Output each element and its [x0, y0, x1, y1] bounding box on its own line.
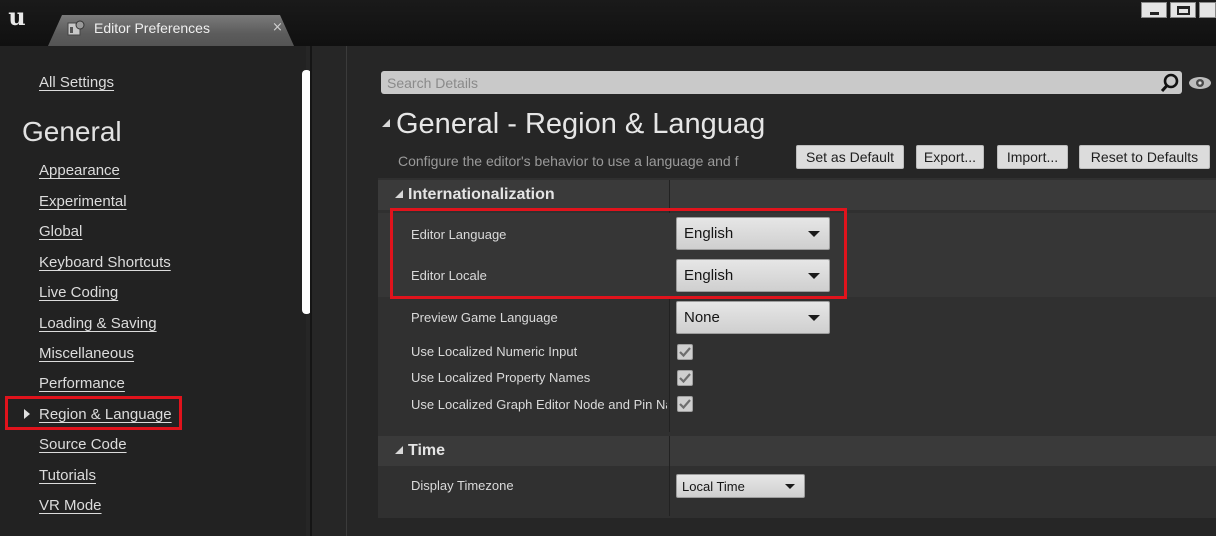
category-time[interactable] — [378, 436, 1216, 466]
highlight-box-language-settings — [390, 208, 847, 299]
sidebar-item-performance[interactable]: Performance — [39, 375, 125, 392]
property-names-label: Use Localized Property Names — [411, 370, 591, 385]
category-collapse-icon[interactable] — [395, 446, 403, 454]
category-label: Time — [408, 442, 446, 459]
sidebar-item-live-coding[interactable]: Live Coding — [39, 284, 118, 301]
page-description: Configure the editor's behavior to use a… — [398, 153, 739, 169]
dropdown-value: Local Time — [682, 479, 745, 494]
sidebar-item-loading-saving[interactable]: Loading & Saving — [39, 315, 157, 332]
close-window-button[interactable] — [1199, 2, 1216, 18]
search-icon[interactable] — [1160, 73, 1180, 93]
maximize-button[interactable] — [1170, 2, 1196, 18]
checkmark-icon — [679, 373, 691, 384]
sidebar-item-keyboard-shortcuts[interactable]: Keyboard Shortcuts — [39, 254, 171, 271]
maximize-icon — [1177, 6, 1190, 15]
reset-to-defaults-button[interactable]: Reset to Defaults — [1079, 145, 1210, 169]
category-label: Internationalization — [408, 186, 555, 203]
search-input[interactable] — [381, 71, 1161, 94]
collapse-arrow-icon[interactable] — [382, 119, 390, 127]
eye-icon[interactable] — [1188, 76, 1212, 90]
panel-gutter — [312, 46, 346, 536]
chevron-down-icon — [785, 484, 795, 489]
numeric-input-label: Use Localized Numeric Input — [411, 344, 578, 359]
export-button[interactable]: Export... — [916, 145, 984, 169]
property-names-checkbox[interactable] — [677, 370, 693, 386]
checkmark-icon — [679, 347, 691, 358]
display-timezone-label: Display Timezone — [411, 478, 514, 493]
preview-game-language-dropdown[interactable]: None — [676, 301, 830, 334]
column-divider[interactable] — [669, 436, 670, 516]
numeric-input-checkbox[interactable] — [677, 344, 693, 360]
unreal-logo-icon[interactable]: u — [4, 4, 30, 30]
tab-title: Editor Preferences — [94, 20, 210, 36]
sidebar-item-tutorials[interactable]: Tutorials — [39, 467, 96, 484]
sidebar-item-all-settings[interactable]: All Settings — [39, 74, 114, 91]
preview-game-language-label: Preview Game Language — [411, 310, 558, 325]
search-bar — [381, 71, 1182, 94]
import-button[interactable]: Import... — [997, 145, 1068, 169]
sidebar-item-miscellaneous[interactable]: Miscellaneous — [39, 345, 134, 362]
sidebar-item-source-code[interactable]: Source Code — [39, 436, 127, 453]
preferences-icon — [67, 20, 85, 36]
set-as-default-button[interactable]: Set as Default — [796, 145, 904, 169]
graph-editor-checkbox[interactable] — [677, 396, 693, 412]
checkmark-icon — [679, 399, 691, 410]
display-timezone-dropdown[interactable]: Local Time — [676, 474, 805, 498]
chevron-down-icon — [808, 315, 820, 321]
sidebar-heading-general: General — [22, 116, 122, 147]
sidebar-item-appearance[interactable]: Appearance — [39, 162, 120, 179]
graph-editor-label: Use Localized Graph Editor Node and Pin … — [411, 397, 667, 412]
sidebar-item-experimental[interactable]: Experimental — [39, 193, 127, 210]
tab-close-icon[interactable]: × — [272, 20, 283, 35]
highlight-box-sidebar — [5, 396, 182, 430]
category-collapse-icon[interactable] — [395, 190, 403, 198]
minimize-icon — [1150, 12, 1159, 15]
page-title: General - Region & Languag — [396, 108, 766, 140]
dropdown-value: None — [684, 309, 720, 326]
gutter-line — [346, 46, 347, 536]
sidebar-item-global[interactable]: Global — [39, 223, 82, 240]
sidebar-item-vr-mode[interactable]: VR Mode — [39, 497, 102, 514]
minimize-button[interactable] — [1141, 2, 1167, 18]
